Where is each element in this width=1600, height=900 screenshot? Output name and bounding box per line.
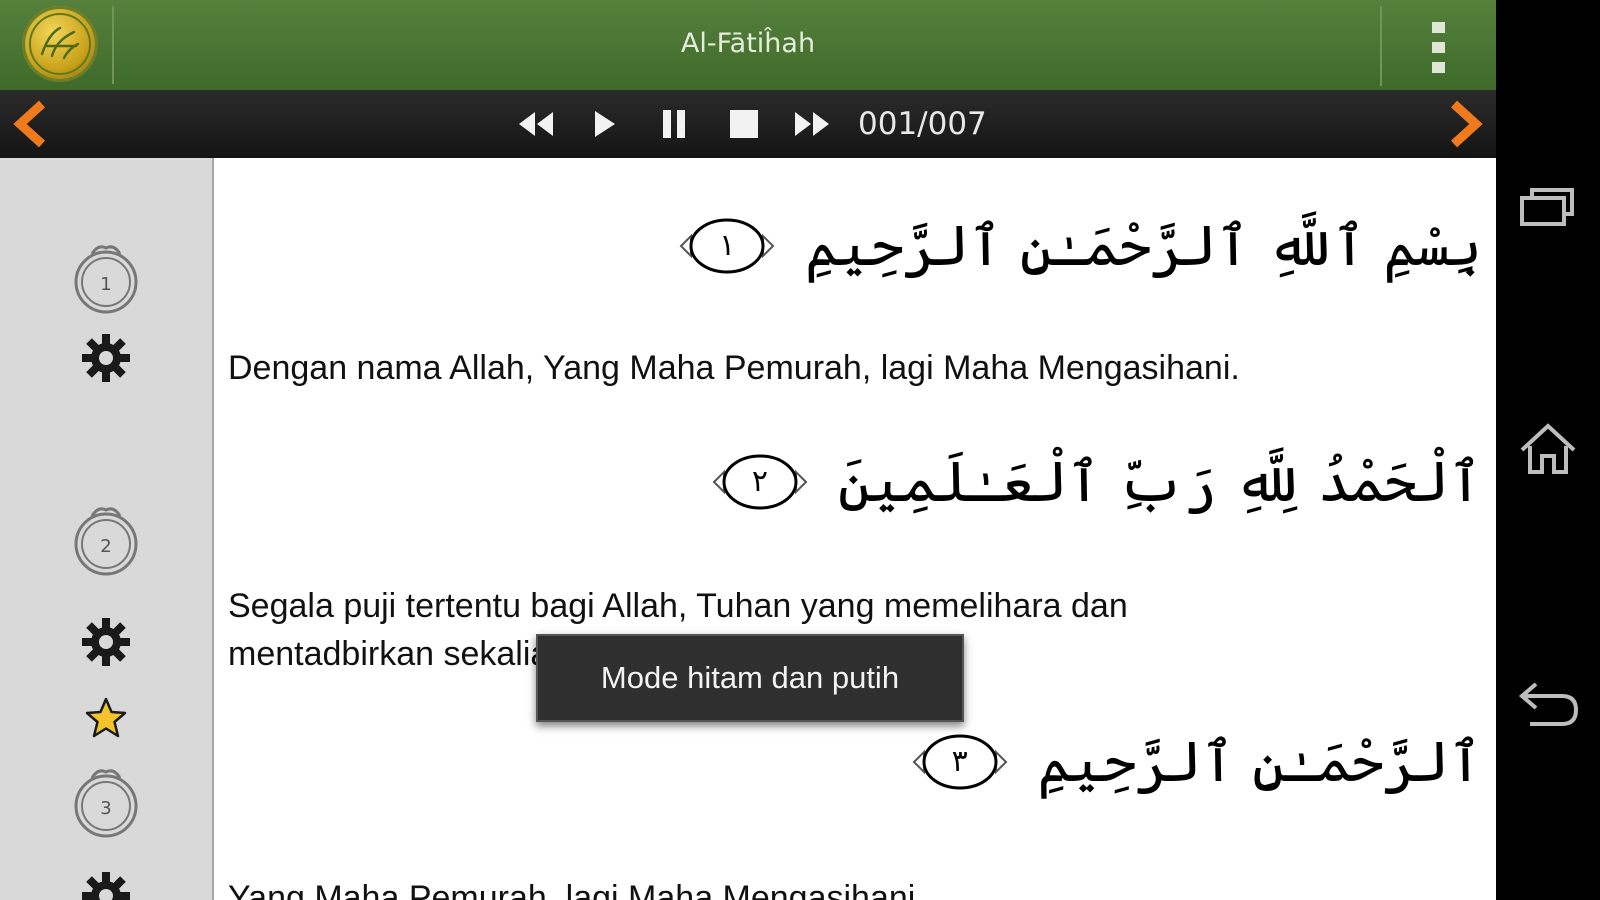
logo-divider (112, 6, 114, 84)
arabic-text: ٱلْحَمْدُ لِلَّهِ رَبِّ ٱلْعَـٰلَمِينَ (837, 449, 1482, 515)
next-surah-button[interactable] (1438, 100, 1486, 148)
fast-forward-button[interactable] (788, 100, 836, 148)
verse-row[interactable]: 1 بِسْمِ ٱللَّهِ ٱلرَّحْمَـٰنِ ٱلرَّحِيم… (0, 158, 1496, 400)
overflow-dot-icon (1432, 22, 1445, 33)
verse-translation: Dengan nama Allah, Yang Maha Pemurah, la… (228, 349, 1240, 387)
prev-surah-icon (13, 100, 46, 148)
gear-icon[interactable] (80, 332, 132, 384)
arabic-text: ٱلرَّحْمَـٰنِ ٱلرَّحِيمِ (1037, 729, 1482, 795)
verse-arabic: بِسْمِ ٱللَّهِ ٱلرَّحْمَـٰنِ ٱلرَّحِيمِ … (675, 206, 1482, 286)
arabic-text: بِسْمِ ٱللَّهِ ٱلرَّحْمَـٰنِ ٱلرَّحِيمِ (805, 213, 1482, 279)
verse-translation: Yang Maha Pemurah, lagi Maha Mengasihani… (228, 879, 925, 900)
system-nav-bar (1496, 0, 1600, 900)
rewind-button[interactable] (512, 100, 560, 148)
gear-icon[interactable] (80, 616, 132, 668)
quran-logo-icon[interactable] (22, 6, 98, 82)
ayah-marker-number: ٣ (951, 744, 968, 779)
overflow-dot-icon (1432, 42, 1445, 53)
verse-sidebar: 1 (0, 158, 214, 398)
audio-control-bar: 001/007 (0, 90, 1496, 158)
ayah-end-marker: ١ (675, 214, 779, 278)
verse-sidebar: 2 (0, 398, 214, 684)
play-button[interactable] (580, 100, 628, 148)
verse-number-badge-icon: 3 (74, 769, 138, 838)
quran-reader-app: Al-Fātiĥah 001/007 1 بِسْمِ ٱللَّهِ ٱلرَ… (0, 0, 1496, 900)
toast-message: Mode hitam dan putih (536, 634, 964, 722)
bookmark-star-icon[interactable] (84, 696, 128, 740)
pause-icon (663, 110, 685, 138)
ayah-marker-number: ١ (719, 228, 736, 263)
action-bar: Al-Fātiĥah (0, 0, 1496, 90)
verse-sidebar: 3 (0, 684, 214, 900)
home-icon[interactable] (1510, 412, 1586, 488)
recent-apps-icon[interactable] (1510, 168, 1586, 244)
verse-number: 2 (100, 536, 111, 557)
prev-surah-button[interactable] (10, 100, 58, 148)
verse-number-badge-icon: 1 (74, 245, 138, 314)
verse-arabic: ٱلرَّحْمَـٰنِ ٱلرَّحِيمِ ٣ (908, 722, 1482, 802)
ayah-end-marker: ٣ (908, 730, 1012, 794)
rewind-icon (519, 112, 553, 136)
overflow-menu-button[interactable] (1380, 6, 1496, 86)
stop-button[interactable] (720, 100, 768, 148)
next-surah-icon (1450, 100, 1483, 148)
overflow-dot-icon (1432, 62, 1445, 73)
back-icon[interactable] (1510, 664, 1586, 740)
ayah-end-marker: ٢ (708, 450, 812, 514)
verse-arabic: ٱلْحَمْدُ لِلَّهِ رَبِّ ٱلْعَـٰلَمِينَ ٢ (708, 442, 1482, 522)
surah-title: Al-Fātiĥah (680, 28, 816, 59)
verse-list[interactable]: 1 بِسْمِ ٱللَّهِ ٱلرَّحْمَـٰنِ ٱلرَّحِيم… (0, 158, 1496, 900)
play-icon (595, 111, 615, 137)
stop-icon (730, 110, 758, 138)
verse-number-badge-icon: 2 (74, 507, 138, 576)
gear-icon[interactable] (80, 870, 132, 900)
verse-counter: 001/007 (858, 106, 987, 142)
fast-forward-icon (795, 112, 829, 136)
verse-number: 3 (100, 798, 111, 819)
pause-button[interactable] (650, 100, 698, 148)
ayah-marker-number: ٢ (751, 464, 769, 499)
verse-number: 1 (100, 274, 111, 295)
